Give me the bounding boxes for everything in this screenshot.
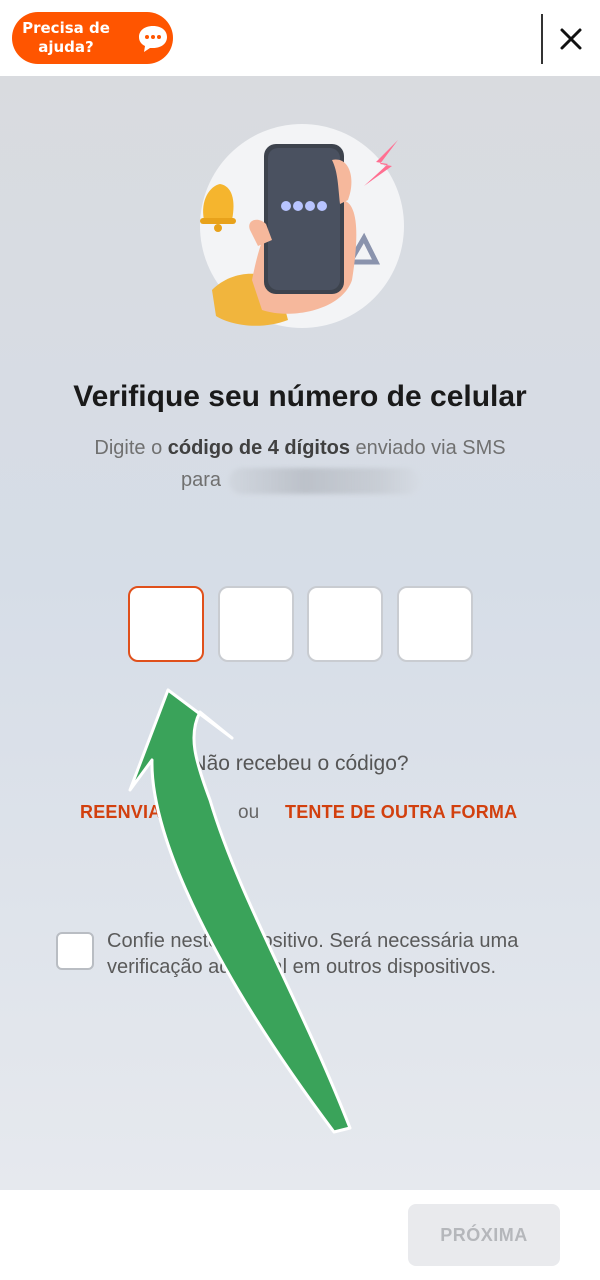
try-other-way-link[interactable]: TENTE DE OUTRA FORMA — [285, 802, 517, 823]
next-button[interactable]: PRÓXIMA — [408, 1204, 560, 1266]
masked-phone-number — [229, 467, 420, 494]
top-bar: Precisa de ajuda? — [0, 0, 600, 76]
otp-digit-4[interactable] — [397, 586, 473, 662]
trust-device-checkbox[interactable] — [56, 932, 94, 970]
resend-options: REENVIAR ou TENTE DE OUTRA FORMA — [0, 802, 600, 832]
close-icon[interactable] — [556, 24, 586, 54]
code-length-text: código de 4 dígitos — [167, 437, 350, 459]
resend-code-link[interactable]: REENVIAR — [80, 802, 175, 823]
otp-digit-2[interactable] — [218, 586, 294, 662]
not-received-text: Não recebeu o código? — [191, 752, 409, 775]
chat-bubble-icon — [139, 26, 167, 52]
subtitle-para: para — [180, 469, 222, 491]
otp-digit-1[interactable] — [128, 586, 204, 662]
header-divider — [541, 14, 543, 64]
help-button[interactable]: Precisa de ajuda? — [12, 12, 173, 64]
verification-panel: Verifique seu número de celular Digite o… — [0, 76, 600, 1190]
help-button-label: Precisa de ajuda? — [22, 19, 110, 56]
bottom-bar: PRÓXIMA — [0, 1190, 600, 1280]
verification-subtitle: Digite o código de 4 dígitos enviado via… — [60, 432, 540, 496]
trust-device-label[interactable]: Confie neste dispositivo. Será necessári… — [107, 928, 537, 980]
phone-verification-illustration — [200, 124, 404, 328]
page-title: Verifique seu número de celular — [73, 380, 527, 413]
otp-digit-3[interactable] — [307, 586, 383, 662]
or-text: ou — [238, 802, 260, 823]
